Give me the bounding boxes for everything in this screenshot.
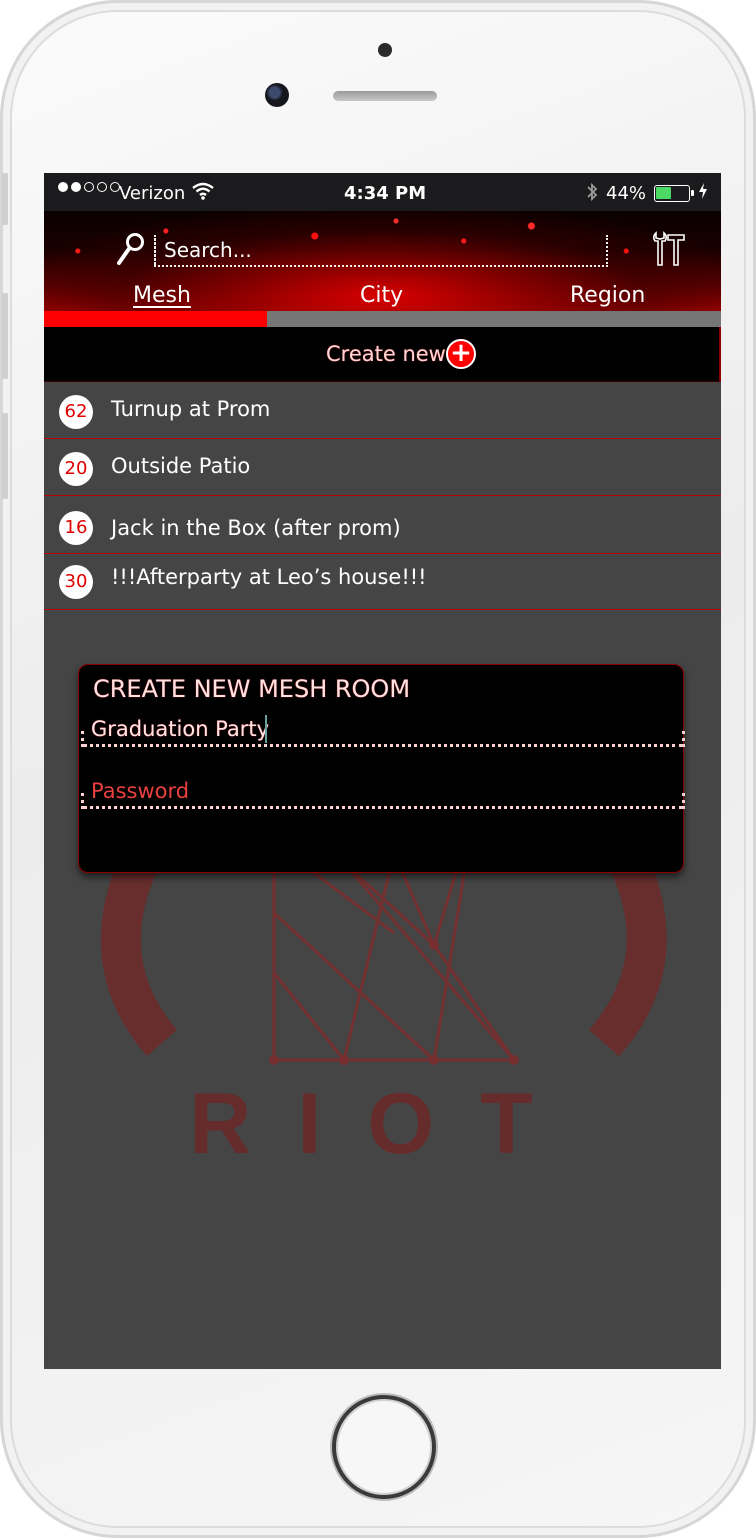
room-name: !!!Afterparty at Leo’s house!!! xyxy=(111,565,427,589)
battery-percent: 44% xyxy=(606,183,647,204)
signal-strength-icon xyxy=(58,182,120,192)
list-item[interactable]: 30 !!!Afterparty at Leo’s house!!! xyxy=(44,554,721,610)
list-item[interactable]: 16 Jack in the Box (after prom) xyxy=(44,496,721,554)
battery-icon xyxy=(654,185,694,202)
create-new-label: Create new xyxy=(326,342,446,366)
carrier-name: Verizon xyxy=(119,183,186,204)
password-placeholder: Password xyxy=(91,779,190,803)
app-screen: Verizon 4:34 PM 44% Search... Mesh City … xyxy=(44,173,721,1369)
tab-indicator-bar xyxy=(44,311,721,327)
create-room-dialog: CREATE NEW MESH ROOM Graduation Party Pa… xyxy=(78,664,685,873)
front-sensor xyxy=(378,43,392,57)
room-name: Turnup at Prom xyxy=(111,397,271,421)
volume-down-button xyxy=(2,413,8,499)
phone-frame: Verizon 4:34 PM 44% Search... Mesh City … xyxy=(0,0,756,1538)
logo-text: RIOT xyxy=(189,1076,578,1172)
room-name-value: Graduation Party xyxy=(91,717,270,741)
text-caret xyxy=(265,715,267,743)
tools-icon[interactable] xyxy=(650,229,686,267)
search-input[interactable]: Search... xyxy=(154,235,608,267)
password-field[interactable]: Password xyxy=(81,779,685,809)
volume-up-button xyxy=(2,293,8,379)
home-button[interactable] xyxy=(332,1395,436,1499)
member-count-badge: 20 xyxy=(59,452,93,486)
wifi-icon xyxy=(192,182,214,204)
bluetooth-icon xyxy=(586,182,598,206)
dialog-title: CREATE NEW MESH ROOM xyxy=(93,675,411,703)
tab-city[interactable]: City xyxy=(360,283,403,308)
member-count-badge: 16 xyxy=(59,511,93,545)
app-header: Search... Mesh City Region xyxy=(44,211,721,311)
earpiece-speaker xyxy=(333,91,437,101)
member-count-badge: 30 xyxy=(59,565,93,599)
room-name-field[interactable]: Graduation Party xyxy=(81,715,685,747)
create-new-button[interactable]: Create new + xyxy=(44,327,721,382)
mute-switch xyxy=(2,173,8,225)
plus-circle-icon: + xyxy=(446,339,476,369)
status-bar: Verizon 4:34 PM 44% xyxy=(44,173,721,211)
active-tab-indicator xyxy=(44,311,267,327)
room-name: Outside Patio xyxy=(111,454,251,478)
member-count-badge: 62 xyxy=(59,395,93,429)
list-item[interactable]: 20 Outside Patio xyxy=(44,439,721,496)
tab-region[interactable]: Region xyxy=(570,283,645,308)
search-icon[interactable] xyxy=(116,231,146,267)
list-item[interactable]: 62 Turnup at Prom xyxy=(44,382,721,439)
tab-mesh[interactable]: Mesh xyxy=(133,283,191,308)
charging-icon xyxy=(698,182,708,204)
front-camera xyxy=(265,83,289,107)
status-time: 4:34 PM xyxy=(344,183,427,204)
room-name: Jack in the Box (after prom) xyxy=(111,516,401,540)
